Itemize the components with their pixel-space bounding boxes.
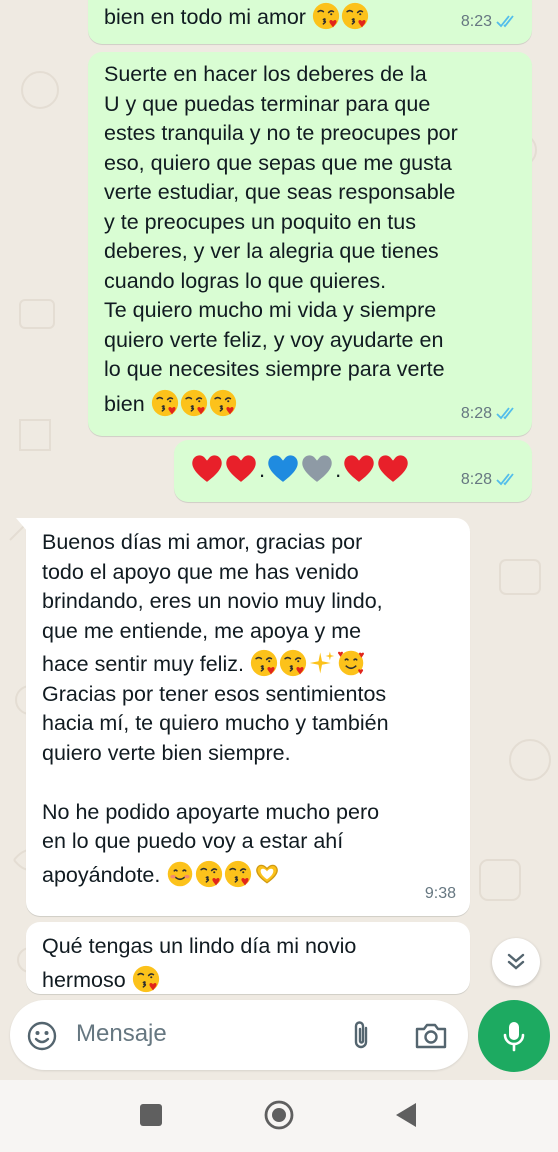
heart-hands-emoji	[256, 864, 279, 884]
blue-heart-emoji	[266, 452, 300, 484]
smiling-face-with-hearts-emoji	[337, 650, 364, 676]
message-bubble-incoming[interactable]: Qué tengas un lindo día mi novio hermoso	[26, 922, 470, 994]
message-meta: 8:28	[461, 399, 518, 429]
kissing-heart-emoji	[279, 649, 307, 677]
message-line: Gracias por tener esos sentimientos	[42, 681, 387, 706]
message-line: bien	[104, 391, 145, 416]
system-navigation-bar	[0, 1080, 558, 1152]
message-line: quiero verte bien siempre.	[42, 740, 291, 765]
message-line	[42, 768, 454, 798]
message-line: brindando, eres un novio muy lindo,	[42, 589, 383, 613]
back-button[interactable]	[394, 1102, 418, 1128]
message-meta: 8:28	[461, 465, 518, 495]
kissing-heart-emoji	[209, 389, 237, 417]
recents-button[interactable]	[140, 1104, 162, 1126]
message-line: verte estudiar, que seas responsable	[104, 180, 456, 204]
message-line: No he podido apoyarte mucho pero	[42, 799, 380, 824]
message-bubble-incoming[interactable]: Buenos días mi amor, gracias por todo el…	[16, 518, 470, 916]
message-line: Te quiero mucho mi vida y siempre	[104, 298, 437, 322]
message-line: hacia mí, te quiero mucho y también	[42, 711, 389, 735]
dot-separator: .	[335, 457, 342, 482]
message-time: 8:28	[460, 470, 492, 488]
message-line: deberes, y ver la alegria que tienes	[104, 239, 439, 263]
dot-separator: .	[259, 457, 266, 482]
message-line: que me entiende, me apoya y me	[42, 618, 362, 643]
paperclip-icon[interactable]	[348, 1018, 374, 1052]
scroll-to-bottom-button[interactable]	[492, 938, 540, 986]
message-line: cuando logras lo que quieres.	[104, 268, 387, 293]
message-time: 8:28	[460, 404, 492, 422]
message-line: hace sentir muy feliz.	[42, 652, 244, 676]
read-ticks-icon	[496, 15, 514, 28]
sparkles-emoji	[309, 651, 335, 674]
grey-heart-emoji	[300, 452, 334, 484]
message-line: Suerte en hacer los deberes de la	[104, 62, 427, 86]
message-line: U y que puedas terminar para que	[104, 91, 431, 116]
kissing-heart-emoji	[151, 389, 179, 417]
message-line: todo el apoyo que me has venido	[42, 559, 359, 584]
kissing-heart-emoji	[312, 2, 340, 30]
message-line: lo que necesites siempre para verte	[104, 357, 445, 381]
red-heart-emoji	[376, 452, 410, 484]
double-chevron-down-icon	[507, 953, 525, 970]
red-heart-emoji	[190, 452, 224, 484]
message-bubble-outgoing[interactable]: bien en todo mi amor 8:23	[88, 0, 532, 44]
message-composer[interactable]: Mensaje	[10, 1000, 468, 1070]
message-line: Buenos días mi amor, gracias por	[42, 530, 363, 554]
message-bubble-outgoing[interactable]: .. 8:28	[174, 440, 532, 502]
message-input[interactable]: Mensaje	[76, 1020, 167, 1048]
message-bubble-outgoing[interactable]: Suerte en hacer los deberes de la U y qu…	[88, 52, 532, 436]
read-ticks-icon	[496, 473, 514, 486]
message-line: y te preocupes un poquito en tus	[104, 209, 416, 234]
bubble-tail	[16, 518, 28, 532]
kissing-heart-emoji	[180, 389, 208, 417]
message-meta: 8:23	[461, 7, 518, 37]
mic-icon	[503, 1022, 525, 1052]
message-line: estes tranquila y no te preocupes por	[104, 121, 458, 145]
home-button[interactable]	[264, 1100, 294, 1130]
kissing-heart-emoji	[250, 649, 278, 677]
kissing-heart-emoji	[224, 860, 252, 888]
message-text: bien en todo mi amor	[104, 5, 306, 29]
kissing-heart-emoji	[341, 2, 369, 30]
read-ticks-icon	[496, 407, 514, 420]
camera-icon[interactable]	[414, 1020, 448, 1050]
mic-button[interactable]	[478, 1000, 550, 1072]
red-heart-emoji	[224, 452, 258, 484]
message-line: apoyándote.	[42, 862, 161, 887]
message-line: hermoso	[42, 967, 126, 992]
message-line: quiero verte feliz, y voy ayudarte en	[104, 327, 444, 352]
red-heart-emoji	[342, 452, 376, 484]
message-line: en lo que puedo voy a estar ahí	[42, 829, 344, 853]
kissing-heart-emoji	[195, 860, 223, 888]
kissing-heart-emoji	[132, 965, 160, 993]
smiling-face-emoji	[168, 861, 193, 886]
message-line: eso, quiero que sepas que me gusta	[104, 150, 452, 175]
message-time: 8:23	[460, 12, 492, 30]
message-line: Qué tengas un lindo día mi novio	[42, 934, 357, 958]
message-meta: 9:38	[425, 879, 456, 909]
message-time: 9:38	[424, 884, 456, 902]
smile-icon[interactable]	[26, 1020, 58, 1052]
